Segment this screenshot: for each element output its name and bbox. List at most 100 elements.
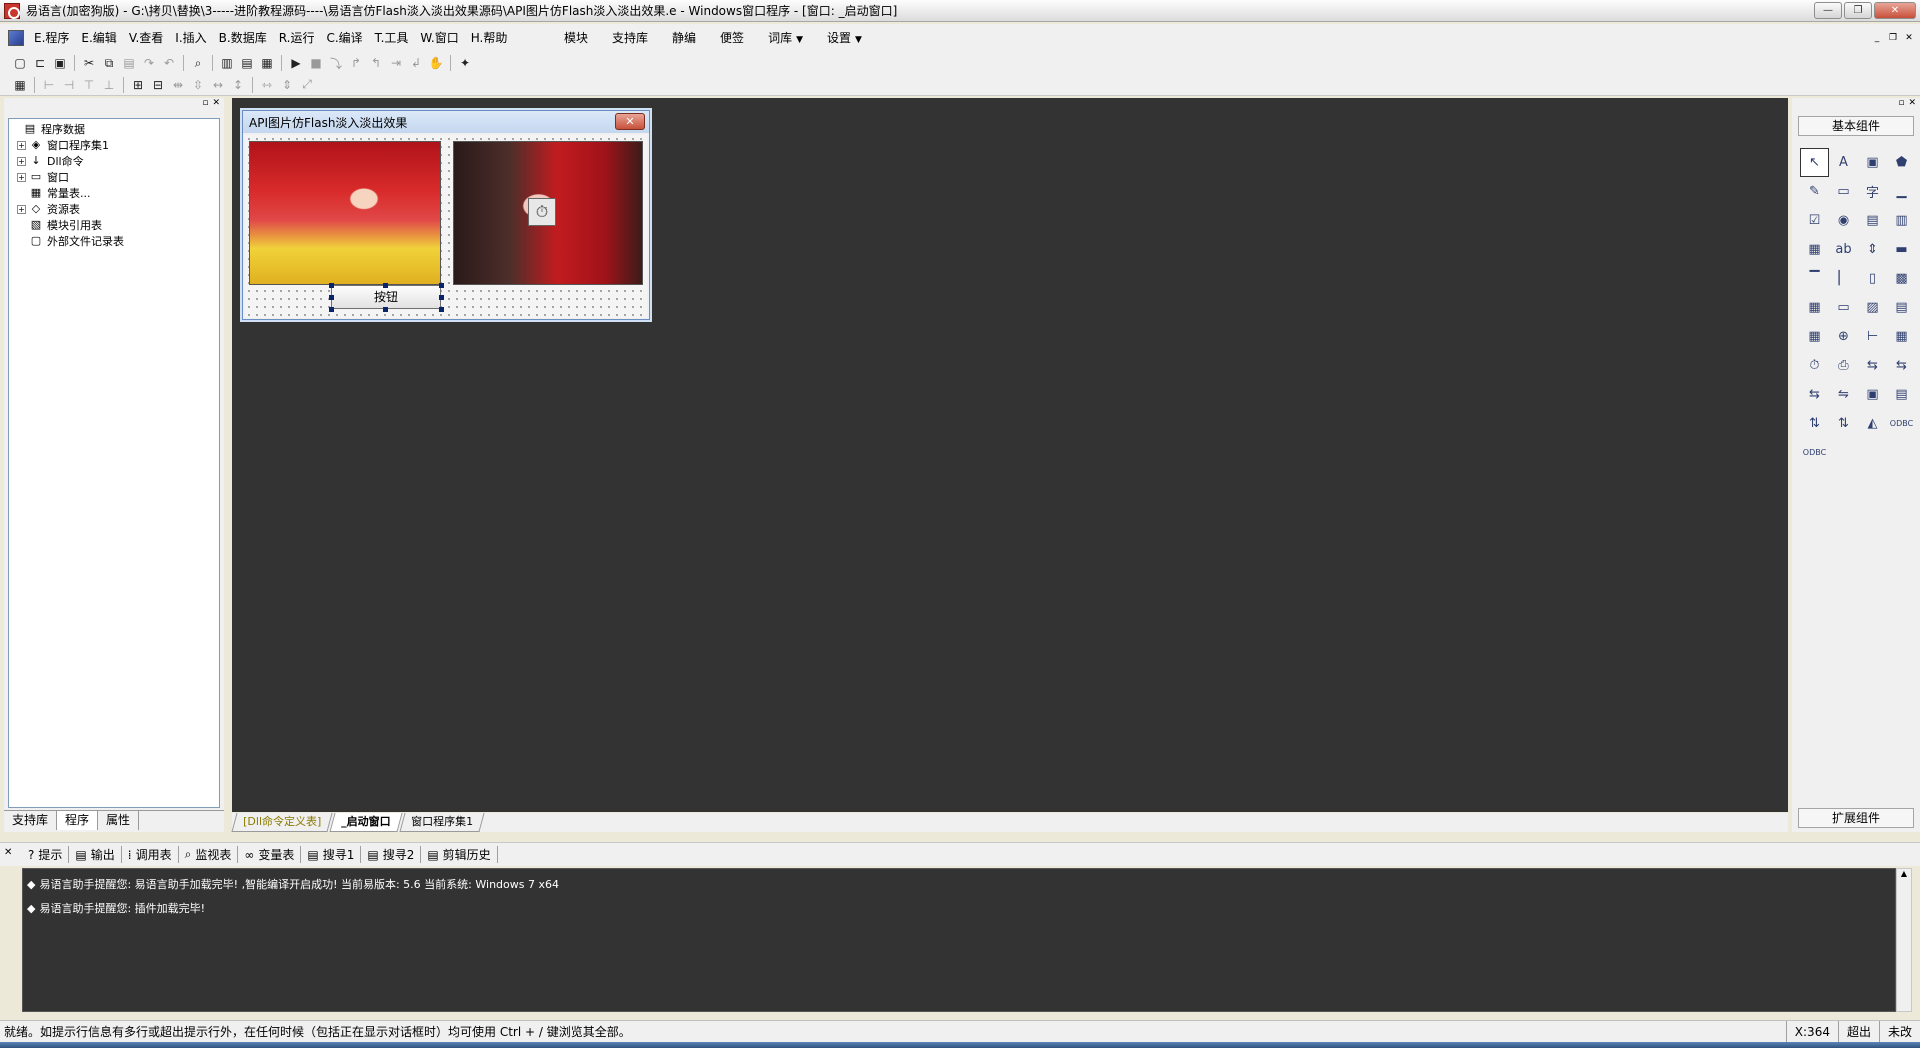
output-console[interactable]: 易语言助手提醒您: 易语言助手加载完毕! ,智能编译开启成功! 当前易版本: 5… — [22, 868, 1896, 1012]
component-10-icon[interactable]: ▤ — [1858, 206, 1887, 235]
redo-icon[interactable]: ↷ — [139, 53, 159, 73]
component-13-icon[interactable]: ab — [1829, 235, 1858, 264]
component-5-icon[interactable]: ▭ — [1829, 177, 1858, 206]
tab-call-table[interactable]: ⁞ 调用表 — [122, 846, 179, 863]
component-27-icon[interactable]: ▦ — [1887, 322, 1916, 351]
menu-settings[interactable]: 设置 ▼ — [815, 24, 874, 54]
component-33-icon[interactable]: ⇋ — [1829, 380, 1858, 409]
grid-icon[interactable]: ▦ — [10, 75, 30, 95]
expand-icon[interactable]: + — [17, 156, 26, 166]
component-16-icon[interactable]: ▔ — [1800, 264, 1829, 293]
align-left-icon[interactable]: ⊢ — [39, 75, 59, 95]
panel-float-icon[interactable]: ▫ — [1898, 98, 1904, 112]
resize-handle[interactable] — [439, 283, 444, 288]
component-8-icon[interactable]: ☑ — [1800, 206, 1829, 235]
form-close-button[interactable]: ✕ — [615, 113, 645, 130]
component-39-icon[interactable]: ODBC — [1887, 409, 1916, 438]
component-31-icon[interactable]: ⇆ — [1887, 351, 1916, 380]
menu-view[interactable]: V.查看 — [123, 24, 169, 52]
undo-icon[interactable]: ↶ — [159, 53, 179, 73]
component-26-icon[interactable]: ⊢ — [1858, 322, 1887, 351]
expand-icon[interactable]: + — [17, 172, 26, 182]
component-32-icon[interactable]: ⇆ — [1800, 380, 1829, 409]
component-11-icon[interactable]: ▥ — [1887, 206, 1916, 235]
menu-insert[interactable]: I.插入 — [169, 24, 212, 52]
chevron-down-icon[interactable]: ▼ — [855, 35, 862, 45]
new-file-icon[interactable]: ▢ — [10, 53, 30, 73]
center-horizontal-icon[interactable]: ⊞ — [128, 75, 148, 95]
menu-compile[interactable]: C.编译 — [320, 24, 368, 52]
space-vertical-icon[interactable]: ⇳ — [188, 75, 208, 95]
component-0-icon[interactable]: ↖ — [1800, 148, 1829, 177]
tab-support-lib[interactable]: 支持库 — [4, 811, 58, 830]
component-14-icon[interactable]: ⇕ — [1858, 235, 1887, 264]
resize-handle[interactable] — [329, 307, 334, 312]
menu-support-lib[interactable]: 支持库 — [600, 24, 660, 54]
size-width-icon[interactable]: ⇿ — [257, 75, 277, 95]
tab-search2[interactable]: ▤ 搜寻2 — [361, 846, 422, 863]
maximize-button[interactable]: ❐ — [1844, 2, 1872, 19]
size-both-icon[interactable]: ⤢ — [297, 75, 317, 95]
menu-lexicon[interactable]: 词库 ▼ — [756, 24, 815, 54]
component-21-icon[interactable]: ▭ — [1829, 293, 1858, 322]
tab-window-module[interactable]: 窗口程序集1 — [399, 813, 485, 832]
step-into-icon[interactable]: ⤵ — [326, 53, 346, 73]
component-29-icon[interactable]: ⎙ — [1829, 351, 1858, 380]
menu-module[interactable]: 模块 — [552, 24, 600, 54]
component-35-icon[interactable]: ▤ — [1887, 380, 1916, 409]
tab-dll-definitions[interactable]: [Dll命令定义表] — [231, 813, 333, 832]
component-9-icon[interactable]: ◉ — [1829, 206, 1858, 235]
resize-handle[interactable] — [439, 307, 444, 312]
layout-top-icon[interactable]: ▤ — [237, 53, 257, 73]
resize-handle[interactable] — [439, 295, 444, 300]
tree-item-window[interactable]: + ▭ 窗口 — [11, 169, 217, 185]
same-height-icon[interactable]: ↕ — [228, 75, 248, 95]
menu-static-compile[interactable]: 静编 — [660, 24, 708, 54]
cut-icon[interactable]: ✂ — [79, 53, 99, 73]
menu-logo-icon[interactable] — [8, 30, 24, 46]
component-15-icon[interactable]: ▬ — [1887, 235, 1916, 264]
panel-float-icon[interactable]: ▫ — [202, 98, 208, 112]
component-22-icon[interactable]: ▨ — [1858, 293, 1887, 322]
layout-left-icon[interactable]: ▥ — [217, 53, 237, 73]
component-30-icon[interactable]: ⇆ — [1858, 351, 1887, 380]
tab-output[interactable]: ▤ 输出 — [69, 846, 122, 863]
tab-properties[interactable]: 属性 — [98, 811, 140, 830]
component-6-icon[interactable]: 字 — [1858, 177, 1887, 206]
component-23-icon[interactable]: ▤ — [1887, 293, 1916, 322]
stop-icon[interactable]: ■ — [306, 53, 326, 73]
component-12-icon[interactable]: ▦ — [1800, 235, 1829, 264]
align-top-icon[interactable]: ⊤ — [79, 75, 99, 95]
tab-startup-window[interactable]: _启动窗口 — [329, 813, 403, 832]
breakpoint-icon[interactable]: ↲ — [406, 53, 426, 73]
tab-watch[interactable]: ⌕ 监视表 — [179, 846, 239, 863]
component-37-icon[interactable]: ⇅ — [1829, 409, 1858, 438]
align-bottom-icon[interactable]: ⊥ — [99, 75, 119, 95]
align-center-icon[interactable]: ⊣ — [59, 75, 79, 95]
close-button[interactable]: ✕ — [1874, 2, 1916, 19]
extended-components-header[interactable]: 扩展组件 — [1798, 808, 1914, 828]
run-icon[interactable]: ▶ — [286, 53, 306, 73]
picture-box-1[interactable] — [249, 141, 441, 285]
tree-item-external-files[interactable]: ▢ 外部文件记录表 — [11, 233, 217, 249]
component-4-icon[interactable]: ✎ — [1800, 177, 1829, 206]
component-40-icon[interactable]: ODBC — [1800, 438, 1829, 467]
menu-notes[interactable]: 便签 — [708, 24, 756, 54]
component-1-icon[interactable]: A — [1829, 148, 1858, 177]
menu-database[interactable]: B.数据库 — [213, 24, 273, 52]
center-vertical-icon[interactable]: ⊟ — [148, 75, 168, 95]
component-25-icon[interactable]: ⊕ — [1829, 322, 1858, 351]
same-width-icon[interactable]: ↔ — [208, 75, 228, 95]
tree-item-program-data[interactable]: ▤ 程序数据 — [11, 121, 217, 137]
timer-icon[interactable]: ⏱ — [528, 198, 556, 226]
component-24-icon[interactable]: ▦ — [1800, 322, 1829, 351]
menu-window[interactable]: W.窗口 — [414, 24, 464, 52]
form-titlebar[interactable]: API图片仿Flash淡入淡出效果 ✕ — [243, 111, 649, 133]
component-20-icon[interactable]: ▦ — [1800, 293, 1829, 322]
step-over-icon[interactable]: ↱ — [346, 53, 366, 73]
component-7-icon[interactable]: ▁ — [1887, 177, 1916, 206]
resize-handle[interactable] — [383, 283, 388, 288]
mdi-restore-button[interactable]: ❐ — [1886, 32, 1900, 45]
open-folder-icon[interactable]: ⊏ — [30, 53, 50, 73]
picture-box-2[interactable]: ⏱ — [453, 141, 643, 285]
